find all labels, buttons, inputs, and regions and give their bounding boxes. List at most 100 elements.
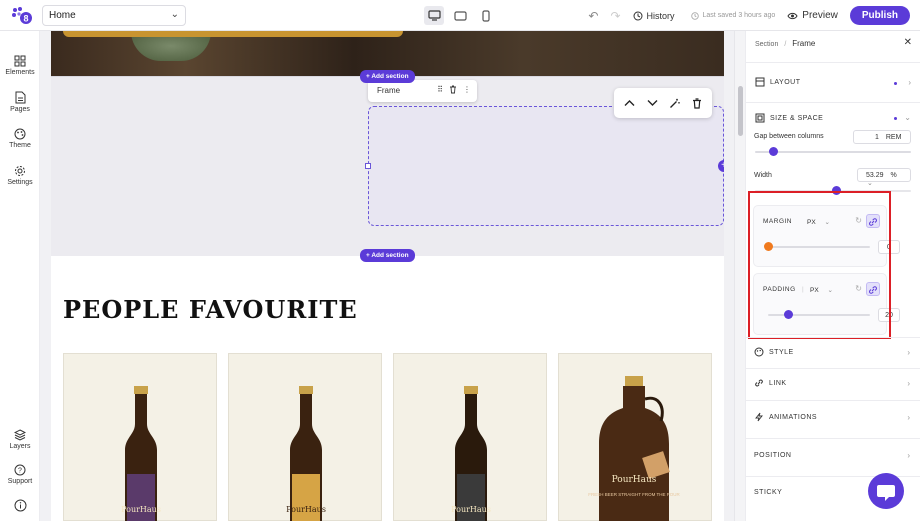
redo-icon[interactable]: ↷ xyxy=(610,9,620,23)
layout-icon xyxy=(755,77,765,87)
trash-icon[interactable] xyxy=(449,85,457,94)
canvas-scrollbar[interactable] xyxy=(734,31,745,521)
chevron-down-icon: ⌄ xyxy=(170,9,179,20)
sidebar-item-settings[interactable]: Settings xyxy=(0,165,40,186)
frame-label-chip[interactable]: Frame ⠿ ⋮ xyxy=(368,80,477,102)
modified-dot xyxy=(894,82,897,85)
width-unit[interactable]: % xyxy=(890,172,896,179)
undo-icon[interactable]: ↶ xyxy=(588,9,598,23)
style-section-header[interactable]: STYLE › xyxy=(745,337,920,369)
selected-frame[interactable] xyxy=(368,106,724,226)
chevron-down-icon: ⌄ xyxy=(867,180,873,187)
preview-label: Preview xyxy=(802,10,838,21)
width-label: Width xyxy=(754,172,772,179)
add-section-button-bottom[interactable]: + Add section xyxy=(360,249,415,262)
product-card[interactable]: PourHaus FRESH BEER STRAIGHT FROM THE PO… xyxy=(558,353,712,521)
gap-slider-track[interactable] xyxy=(755,151,911,153)
info-button[interactable] xyxy=(0,499,40,514)
left-sidebar: Elements Pages Theme Settings Layers ? S… xyxy=(0,31,40,521)
sidebar-item-pages[interactable]: Pages xyxy=(0,91,40,113)
product-card[interactable]: PourHaus xyxy=(63,353,217,521)
tablet-view-button[interactable] xyxy=(450,6,470,25)
position-label: POSITION xyxy=(754,452,792,459)
chevron-right-icon: › xyxy=(907,451,910,460)
product-brand: PourHaus xyxy=(612,475,657,485)
section-heading: PEOPLE FAVOURITE xyxy=(63,295,358,324)
more-icon[interactable]: ⋮ xyxy=(463,85,471,94)
breadcrumb-separator: / xyxy=(784,41,787,48)
info-icon xyxy=(14,499,26,512)
position-section-header[interactable]: POSITION › xyxy=(745,438,920,476)
magic-wand-icon[interactable] xyxy=(669,98,681,109)
device-switcher xyxy=(424,6,496,25)
last-saved-text: Last saved 3 hours ago xyxy=(702,12,776,19)
width-input[interactable]: 53.29 % ⌄ xyxy=(857,168,911,187)
delete-icon[interactable] xyxy=(692,97,702,109)
gear-icon xyxy=(15,166,25,176)
eye-icon xyxy=(787,12,798,19)
modified-dot xyxy=(894,117,897,120)
chevron-right-icon: › xyxy=(907,413,910,422)
publish-button[interactable]: Publish xyxy=(849,6,910,25)
sidebar-item-elements[interactable]: Elements xyxy=(0,55,40,76)
gap-input[interactable]: 1 REM xyxy=(853,130,911,144)
breadcrumb: Section / Frame xyxy=(755,39,815,48)
close-icon[interactable]: ✕ xyxy=(904,37,912,48)
growler-image: PourHaus FRESH BEER STRAIGHT FROM THE PO… xyxy=(588,376,681,521)
sidebar-item-label: Support xyxy=(7,478,33,485)
add-column-button[interactable]: + xyxy=(718,160,724,172)
breadcrumb-parent[interactable]: Section xyxy=(755,41,778,48)
animations-section-header[interactable]: ANIMATIONS › xyxy=(745,400,920,438)
clock-icon xyxy=(690,11,699,20)
product-card[interactable]: PourHaus xyxy=(228,353,382,521)
highlight-annotation-box xyxy=(748,191,891,339)
scrollbar-thumb[interactable] xyxy=(738,86,743,136)
link-label: LINK xyxy=(769,380,787,387)
svg-text:8: 8 xyxy=(23,14,28,24)
chevron-down-icon: ⌄ xyxy=(904,113,911,122)
chat-support-button[interactable] xyxy=(868,473,904,509)
gap-unit[interactable]: REM xyxy=(886,134,902,141)
desktop-view-button[interactable] xyxy=(424,6,444,25)
palette-icon xyxy=(754,347,764,357)
resize-handle[interactable] xyxy=(365,163,371,169)
sidebar-item-label: Settings xyxy=(7,179,33,186)
move-down-icon[interactable] xyxy=(647,99,658,107)
size-icon xyxy=(755,113,765,123)
page-select[interactable]: Home ⌄ xyxy=(42,5,186,26)
link-section-header[interactable]: LINK › xyxy=(745,368,920,400)
product-card[interactable]: PourHaus xyxy=(393,353,547,521)
desktop-icon xyxy=(427,10,441,21)
help-icon: ? xyxy=(14,464,26,476)
sidebar-item-support[interactable]: ? Support xyxy=(0,464,40,485)
drag-handle-icon[interactable]: ⠿ xyxy=(437,85,443,94)
history-icon xyxy=(633,11,642,20)
animations-label: ANIMATIONS xyxy=(769,414,818,421)
page-canvas: Frame ⠿ ⋮ + PEOPLE FAVOURITE PourHaus Po… xyxy=(51,31,724,521)
layout-section-header[interactable]: LAYOUT › xyxy=(746,62,920,102)
sidebar-item-label: Layers xyxy=(9,443,31,450)
chat-bubble-icon xyxy=(877,485,895,501)
sidebar-item-label: Pages xyxy=(10,106,30,113)
chevron-right-icon: › xyxy=(907,348,910,357)
move-up-icon[interactable] xyxy=(624,99,635,107)
sticky-label: STICKY xyxy=(754,489,783,496)
gap-slider-knob[interactable] xyxy=(769,147,778,156)
frame-toolbox xyxy=(614,88,712,118)
history-button[interactable]: History xyxy=(633,11,675,21)
sidebar-item-layers[interactable]: Layers xyxy=(0,429,40,450)
page-icon xyxy=(15,91,25,104)
add-section-button-top[interactable]: + Add section xyxy=(360,70,415,83)
beer-bottle-image: PourHaus xyxy=(286,386,326,521)
sidebar-item-theme[interactable]: Theme xyxy=(0,128,40,149)
app-logo-icon[interactable]: 8 xyxy=(11,6,33,26)
mobile-view-button[interactable] xyxy=(476,6,496,25)
product-brand: PourHaus xyxy=(121,505,161,514)
gap-value: 1 xyxy=(875,134,879,141)
layout-label: LAYOUT xyxy=(770,79,801,86)
history-label: History xyxy=(646,10,675,21)
sidebar-item-label: Elements xyxy=(5,69,35,76)
preview-button[interactable]: Preview xyxy=(787,10,838,21)
palette-icon xyxy=(14,128,26,140)
layers-icon xyxy=(14,429,26,441)
